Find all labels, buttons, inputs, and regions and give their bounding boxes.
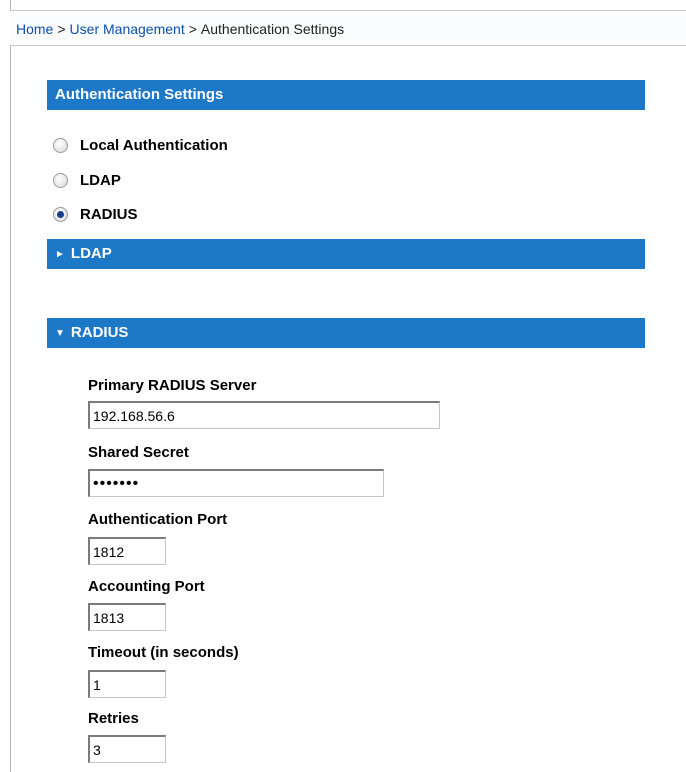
- retries-input[interactable]: [88, 735, 166, 763]
- timeout-input[interactable]: [88, 670, 166, 698]
- radio-label: LDAP: [80, 171, 121, 189]
- breadcrumb-home-link[interactable]: Home: [16, 21, 53, 37]
- authentication-port-label: Authentication Port: [88, 511, 228, 528]
- radio-label: Local Authentication: [80, 136, 228, 154]
- breadcrumb-user-management-link[interactable]: User Management: [70, 21, 185, 37]
- radius-section-toggle[interactable]: ▼ RADIUS: [47, 318, 645, 348]
- breadcrumb-separator: >: [188, 21, 197, 37]
- radio-radius[interactable]: RADIUS: [53, 203, 138, 225]
- page-left-border: [10, 0, 11, 772]
- radio-local-authentication[interactable]: Local Authentication: [53, 134, 228, 156]
- radio-label: RADIUS: [80, 205, 138, 223]
- timeout-label: Timeout (in seconds): [88, 644, 239, 661]
- radio-ldap[interactable]: LDAP: [53, 169, 121, 191]
- primary-radius-server-input[interactable]: [88, 401, 440, 429]
- section-title: Authentication Settings: [55, 86, 224, 103]
- radio-button-icon[interactable]: [53, 137, 68, 153]
- retries-label: Retries: [88, 710, 139, 727]
- primary-radius-server-label: Primary RADIUS Server: [88, 377, 257, 394]
- accounting-port-input[interactable]: [88, 603, 166, 631]
- shared-secret-input[interactable]: [88, 469, 384, 497]
- authentication-settings-header: Authentication Settings: [47, 80, 645, 110]
- breadcrumb-separator: >: [57, 21, 66, 37]
- collapse-arrow-icon: ▼: [55, 328, 65, 339]
- shared-secret-label: Shared Secret: [88, 444, 189, 461]
- radio-button-icon[interactable]: [53, 172, 68, 188]
- section-title: RADIUS: [70, 324, 129, 341]
- breadcrumb-current-page: Authentication Settings: [200, 21, 345, 37]
- ldap-section-toggle[interactable]: ► LDAP: [47, 239, 645, 269]
- breadcrumb: Home > User Management > Authentication Sett…: [10, 10, 686, 46]
- accounting-port-label: Accounting Port: [88, 578, 205, 595]
- authentication-port-input[interactable]: [88, 537, 166, 565]
- radio-button-checked-icon[interactable]: [53, 206, 68, 222]
- expand-arrow-icon: ►: [55, 249, 65, 260]
- section-title: LDAP: [70, 245, 112, 262]
